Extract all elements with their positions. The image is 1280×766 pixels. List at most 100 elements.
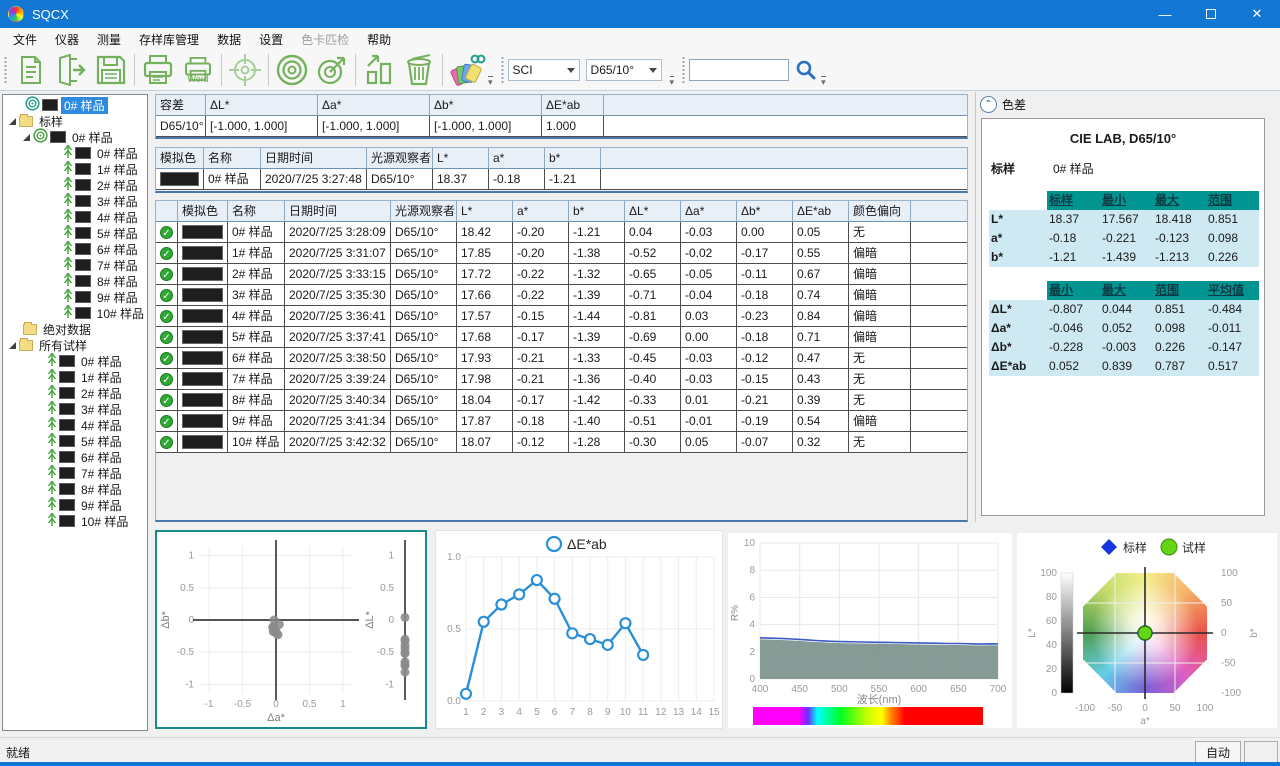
- table-cell: [178, 285, 228, 306]
- svg-text:-0.5: -0.5: [177, 647, 195, 658]
- sample-row[interactable]: ✓10# 样品2020/7/25 3:42:32D65/10°18.07-0.1…: [156, 432, 967, 453]
- tree-sample-item[interactable]: 2# 样品: [3, 385, 147, 401]
- tree-sample-item[interactable]: 10# 样品: [3, 513, 147, 529]
- search-input[interactable]: [689, 59, 789, 81]
- de-trend-chart-panel[interactable]: 1234567891011121314150.00.51.0ΔE*ab: [435, 530, 723, 729]
- sample-row[interactable]: ✓3# 样品2020/7/25 3:35:30D65/10°17.66-0.22…: [156, 285, 967, 306]
- tree-sample-item[interactable]: 9# 样品: [3, 497, 147, 513]
- sample-row[interactable]: ✓8# 样品2020/7/25 3:40:34D65/10°18.04-0.17…: [156, 390, 967, 411]
- svg-text:9: 9: [605, 707, 611, 718]
- tree-item-label: 10# 样品: [78, 513, 131, 530]
- sample-row[interactable]: ✓0# 样品2020/7/25 3:28:09D65/10°18.42-0.20…: [156, 222, 967, 243]
- import-button[interactable]: [51, 51, 91, 89]
- crosshair-icon: [227, 52, 263, 88]
- menu-item[interactable]: 帮助: [358, 29, 400, 50]
- tree-item-label: 0# 样品: [69, 129, 116, 146]
- search-icon[interactable]: [793, 58, 819, 82]
- statistics-button[interactable]: [359, 51, 399, 89]
- save-button[interactable]: [91, 51, 131, 89]
- tree-sample-item[interactable]: 4# 样品: [3, 209, 147, 225]
- tree-sample-item[interactable]: 5# 样品: [3, 225, 147, 241]
- table-cell: 偏暗: [849, 411, 911, 432]
- new-document-button[interactable]: [11, 51, 51, 89]
- toolbar-overflow-button[interactable]: ▾: [670, 76, 675, 86]
- menu-item[interactable]: 测量: [88, 29, 130, 50]
- tree-item-label: 所有试样: [36, 337, 90, 354]
- sci-sce-dropdown[interactable]: SCI: [508, 59, 580, 81]
- close-button[interactable]: ✕: [1234, 0, 1280, 28]
- tree-sample-item[interactable]: 0# 样品: [3, 145, 147, 161]
- illuminant-dropdown[interactable]: D65/10°: [586, 59, 662, 81]
- minimize-button[interactable]: —: [1142, 0, 1188, 28]
- tree-sample-item[interactable]: 0# 样品: [3, 97, 147, 113]
- sample-row[interactable]: ✓5# 样品2020/7/25 3:37:41D65/10°17.68-0.17…: [156, 327, 967, 348]
- expander-icon[interactable]: [9, 342, 16, 349]
- measured-check-icon: ✓: [160, 310, 173, 323]
- target-measure-button[interactable]: [225, 51, 265, 89]
- gamut-chart-panel[interactable]: 020406080100L*-100-50050100b*-100-500501…: [1016, 532, 1278, 729]
- tree-sample-item[interactable]: 0# 样品: [3, 353, 147, 369]
- svg-text:a*: a*: [1140, 716, 1150, 727]
- tree-sample-item[interactable]: 2# 样品: [3, 177, 147, 193]
- menu-item[interactable]: 数据: [208, 29, 250, 50]
- expander-icon[interactable]: [23, 134, 30, 141]
- menu-item[interactable]: 设置: [250, 29, 292, 50]
- toolbar-grip[interactable]: [3, 55, 8, 85]
- expander-icon[interactable]: [9, 118, 16, 125]
- menu-item[interactable]: 存样库管理: [130, 29, 208, 50]
- tree-folder-item[interactable]: 标样: [3, 113, 147, 129]
- stats-value: 0.839: [1100, 357, 1153, 376]
- tree-sample-item[interactable]: 7# 样品: [3, 465, 147, 481]
- tree-sample-item[interactable]: 9# 样品: [3, 289, 147, 305]
- sample-row[interactable]: ✓4# 样品2020/7/25 3:36:41D65/10°17.57-0.15…: [156, 306, 967, 327]
- tree-sample-item[interactable]: 7# 样品: [3, 257, 147, 273]
- stats-value: 18.418: [1153, 210, 1206, 229]
- print-button[interactable]: [138, 51, 178, 89]
- tree-sample-item[interactable]: 8# 样品: [3, 273, 147, 289]
- svg-text:-1: -1: [205, 699, 214, 710]
- toolbar-overflow-button[interactable]: ▾: [821, 76, 826, 86]
- tree-sample-item[interactable]: 4# 样品: [3, 417, 147, 433]
- tree-sample-item[interactable]: 6# 样品: [3, 241, 147, 257]
- tree-sample-item[interactable]: 3# 样品: [3, 401, 147, 417]
- tree-sample-item[interactable]: 1# 样品: [3, 369, 147, 385]
- standard-measure-button[interactable]: [312, 51, 352, 89]
- calibration-button[interactable]: [272, 51, 312, 89]
- scatter-chart-panel[interactable]: -1-1-0.5-0.5000.50.511Δa*Δb*-1-0.500.51Δ…: [155, 530, 427, 729]
- app-window: SQCX — ✕ 文件仪器测量存样库管理数据设置色卡匹检帮助 Word: [0, 0, 1280, 766]
- sample-row[interactable]: ✓2# 样品2020/7/25 3:33:15D65/10°17.72-0.22…: [156, 264, 967, 285]
- sample-row[interactable]: ✓1# 样品2020/7/25 3:31:07D65/10°17.85-0.20…: [156, 243, 967, 264]
- color-match-button[interactable]: [446, 51, 486, 89]
- tree-sample-item[interactable]: 10# 样品: [3, 305, 147, 321]
- toolbar-overflow-button[interactable]: ▾: [488, 76, 493, 86]
- delete-button[interactable]: [399, 51, 439, 89]
- tree-sample-item[interactable]: 0# 样品: [3, 129, 147, 145]
- chevron-down-icon: [567, 68, 575, 73]
- tree-folder-item[interactable]: 绝对数据: [3, 321, 147, 337]
- tree-sample-item[interactable]: 8# 样品: [3, 481, 147, 497]
- standard-row[interactable]: 0# 样品2020/7/25 3:27:48D65/10°18.37-0.18-…: [156, 169, 967, 190]
- sample-row[interactable]: ✓6# 样品2020/7/25 3:38:50D65/10°17.93-0.21…: [156, 348, 967, 369]
- menu-item[interactable]: 仪器: [46, 29, 88, 50]
- sample-row[interactable]: ✓9# 样品2020/7/25 3:41:34D65/10°17.87-0.18…: [156, 411, 967, 432]
- table-cell: 18.42: [457, 222, 513, 243]
- menu-item[interactable]: 文件: [4, 29, 46, 50]
- auto-mode-button[interactable]: 自动: [1195, 741, 1241, 763]
- toolbar-grip[interactable]: [500, 55, 505, 85]
- tree-sample-item[interactable]: 6# 样品: [3, 449, 147, 465]
- tree-folder-item[interactable]: 所有试样: [3, 337, 147, 353]
- table-cell: 17.57: [457, 306, 513, 327]
- collapse-panel-button[interactable]: ⌃: [980, 96, 997, 113]
- maximize-button[interactable]: [1188, 0, 1234, 28]
- measured-check-icon: ✓: [160, 415, 173, 428]
- svg-text:0.5: 0.5: [180, 583, 194, 594]
- export-word-button[interactable]: Word: [178, 51, 218, 89]
- tree-sample-item[interactable]: 3# 样品: [3, 193, 147, 209]
- spectral-chart-panel[interactable]: 0246810400450500550600650700波长(nm)R%: [727, 532, 1013, 729]
- svg-text:7: 7: [570, 707, 576, 718]
- tolerance-row[interactable]: D65/10°[-1.000, 1.000][-1.000, 1.000][-1…: [156, 116, 967, 137]
- tree-sample-item[interactable]: 1# 样品: [3, 161, 147, 177]
- toolbar-grip[interactable]: [681, 55, 686, 85]
- sample-row[interactable]: ✓7# 样品2020/7/25 3:39:24D65/10°17.98-0.21…: [156, 369, 967, 390]
- tree-sample-item[interactable]: 5# 样品: [3, 433, 147, 449]
